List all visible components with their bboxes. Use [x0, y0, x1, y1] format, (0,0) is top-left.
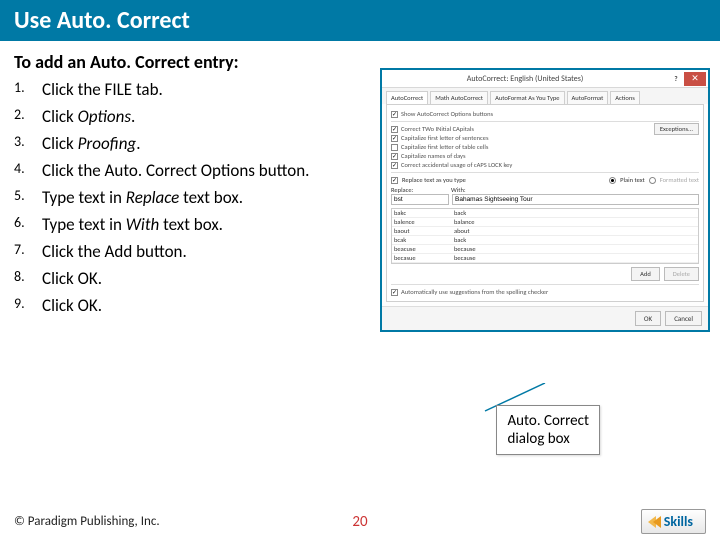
step-item: 6.Type text in With text box.	[14, 214, 344, 237]
step-number: 5.	[14, 187, 42, 210]
with-input[interactable]	[452, 194, 699, 205]
step-text: Type text in Replace text box.	[42, 187, 344, 210]
step-text: Click Options.	[42, 106, 344, 129]
step-text: Click Proofing.	[42, 133, 344, 156]
callout-label: Auto. Correct dialog box	[496, 405, 600, 455]
step-text: Click the Add button.	[42, 241, 344, 264]
checkbox[interactable]	[391, 135, 398, 142]
dialog-titlebar: AutoCorrect: English (United States) ? ✕	[382, 70, 708, 88]
checkbox[interactable]	[391, 111, 398, 118]
arrow-left-icon	[648, 516, 658, 528]
dialog-footer: OK Cancel	[382, 306, 708, 330]
autocorrect-grid[interactable]: bakcbackbalencebalancebaoutaboutbcakback…	[391, 208, 699, 264]
grid-row[interactable]: bcakback	[392, 236, 698, 245]
checkbox[interactable]	[391, 153, 398, 160]
clock-time-label: TIME	[120, 393, 320, 415]
radio-plain[interactable]	[609, 177, 616, 184]
autocorrect-dialog: AutoCorrect: English (United States) ? ✕…	[380, 68, 710, 332]
step-item: 8.Click OK.	[14, 268, 344, 291]
slide-title: Use Auto. Correct	[0, 0, 720, 41]
step-number: 4.	[14, 160, 42, 183]
close-icon[interactable]: ✕	[684, 72, 706, 86]
checkbox[interactable]	[391, 126, 398, 133]
step-number: 2.	[14, 106, 42, 129]
checkbox[interactable]	[391, 162, 398, 169]
step-text: Type text in With text box.	[42, 214, 344, 237]
dialog-tabs: AutoCorrectMath AutoCorrectAutoFormat As…	[382, 88, 708, 104]
ok-button[interactable]: OK	[635, 311, 661, 326]
step-item: 9.Click OK.	[14, 295, 344, 318]
replace-as-type-label: Replace text as you type	[402, 176, 466, 184]
dialog-body: Show AutoCorrect Options buttons Excepti…	[386, 104, 704, 302]
copyright: © Paradigm Publishing, Inc.	[14, 514, 160, 529]
dialog-tab[interactable]: Math AutoCorrect	[430, 91, 488, 104]
step-number: 9.	[14, 295, 42, 318]
step-number: 8.	[14, 268, 42, 291]
help-icon[interactable]: ?	[668, 74, 684, 83]
step-text: Click the FILE tab.	[42, 79, 344, 102]
checkbox[interactable]	[391, 144, 398, 151]
skills-button[interactable]: Skills	[641, 509, 706, 534]
add-button[interactable]: Add	[631, 267, 660, 281]
grid-row[interactable]: becasuebecause	[392, 254, 698, 263]
replace-label: Replace:	[391, 186, 451, 194]
exceptions-button[interactable]: Exceptions...	[654, 123, 699, 135]
step-text: Click OK.	[42, 268, 344, 291]
grid-row[interactable]: beacusebecause	[392, 245, 698, 254]
step-text: Click OK.	[42, 295, 344, 318]
step-number: 6.	[14, 214, 42, 237]
with-label: With:	[451, 186, 466, 194]
slide-footer: © Paradigm Publishing, Inc. 20 Skills	[0, 509, 720, 534]
step-number: 7.	[14, 241, 42, 264]
dialog-tab[interactable]: AutoCorrect	[386, 91, 428, 104]
step-item: 5.Type text in Replace text box.	[14, 187, 344, 210]
show-options-label: Show AutoCorrect Options buttons	[401, 110, 493, 118]
cancel-button[interactable]: Cancel	[665, 311, 702, 326]
step-number: 3.	[14, 133, 42, 156]
step-item: 3.Click Proofing.	[14, 133, 344, 156]
step-item: 4.Click the Auto. Correct Options button…	[14, 160, 344, 183]
dialog-tab[interactable]: AutoFormat	[567, 91, 609, 104]
grid-row[interactable]: bakcback	[392, 209, 698, 218]
checkbox[interactable]	[391, 289, 398, 296]
page-number: 20	[352, 513, 367, 531]
grid-row[interactable]: balencebalance	[392, 218, 698, 227]
checkbox[interactable]	[391, 177, 398, 184]
skills-label: Skills	[664, 513, 693, 530]
step-item: 2.Click Options.	[14, 106, 344, 129]
step-item: 1.Click the FILE tab.	[14, 79, 344, 102]
dialog-tab[interactable]: Actions	[610, 91, 640, 104]
step-number: 1.	[14, 79, 42, 102]
replace-input[interactable]	[391, 194, 449, 205]
step-text: Click the Auto. Correct Options button.	[42, 160, 344, 183]
dialog-title: AutoCorrect: English (United States)	[461, 74, 590, 84]
dialog-tab[interactable]: AutoFormat As You Type	[490, 91, 564, 104]
step-item: 7.Click the Add button.	[14, 241, 344, 264]
grid-row[interactable]: baoutabout	[392, 227, 698, 236]
delete-button[interactable]: Delete	[664, 267, 699, 281]
radio-formatted[interactable]	[649, 177, 656, 184]
